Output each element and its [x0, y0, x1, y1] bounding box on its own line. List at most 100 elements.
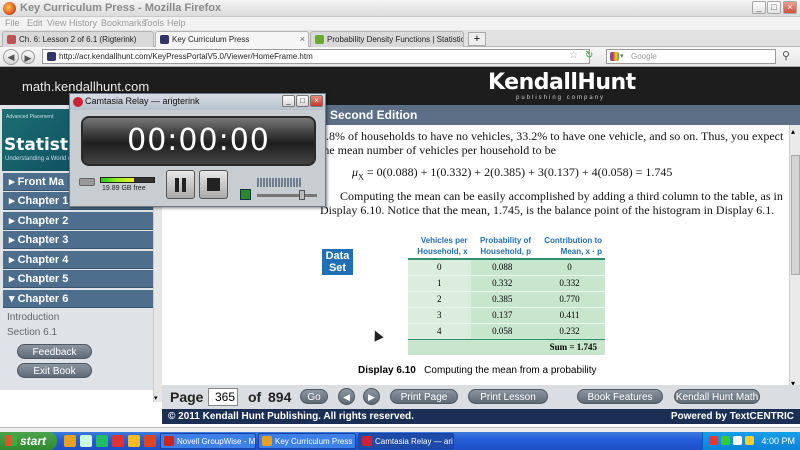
tab-probability[interactable]: Probability Density Functions | Statisti…	[310, 31, 464, 47]
menu-tools[interactable]: Tools	[143, 18, 164, 28]
camtasia-icon	[362, 436, 372, 446]
menu-edit[interactable]: Edit	[27, 18, 43, 28]
camtasia-minimize-button[interactable]: _	[282, 95, 295, 107]
table-row: 0 0.088 0	[408, 258, 605, 275]
sidebar-item-chapter-3[interactable]: ▸ Chapter 3	[3, 231, 153, 249]
sidebar-item-chapter-6[interactable]: ▾ Chapter 6	[3, 290, 153, 308]
scroll-down-icon[interactable]: ▾	[154, 394, 158, 402]
tab-label: Probability Density Functions | Statisti…	[327, 35, 463, 44]
sidebar-item-introduction[interactable]: Introduction	[7, 312, 59, 323]
scroll-up-icon[interactable]: ▴	[791, 127, 795, 136]
menu-file[interactable]: File	[5, 18, 20, 28]
quicklaunch-app-icon[interactable]	[112, 435, 124, 447]
task-label: Novell GroupWise - M...	[177, 437, 256, 446]
forward-button[interactable]: ▶	[21, 50, 35, 64]
go-button[interactable]: Go	[300, 389, 328, 404]
page-favicon	[315, 35, 324, 44]
minimize-button[interactable]: _	[752, 1, 766, 14]
chevron-down-icon[interactable]: ▾	[620, 50, 624, 63]
display-6-10-table: Vehicles per Household, x Probability of H…	[408, 234, 605, 355]
sidebar-scrollbar[interactable]: ▴ ▾	[153, 174, 162, 402]
quicklaunch-app-icon[interactable]	[144, 435, 156, 447]
cover-line: Advanced Placement	[6, 114, 54, 120]
table-row: 1 0.332 0.332	[408, 274, 605, 291]
print-page-button[interactable]: Print Page	[390, 389, 458, 404]
menu-history[interactable]: History	[69, 18, 97, 28]
camtasia-titlebar[interactable]: Camtasia Relay — arigterink _ □ ×	[70, 94, 325, 110]
firefox-icon	[262, 436, 272, 446]
search-icon[interactable]: ⚲	[782, 49, 790, 62]
page-number-input[interactable]: 365	[208, 388, 238, 406]
quicklaunch-app-icon[interactable]	[96, 435, 108, 447]
search-input[interactable]: ▾ Google	[606, 49, 776, 64]
page-favicon	[7, 35, 16, 44]
maximize-button[interactable]: □	[767, 1, 781, 14]
taskbar-item-camtasia[interactable]: Camtasia Relay — ari...	[358, 433, 454, 449]
tab-key-curriculum[interactable]: Key Curriculum Press ×	[155, 31, 309, 47]
start-label: start	[20, 434, 47, 448]
print-lesson-button[interactable]: Print Lesson	[468, 389, 548, 404]
volume-slider-handle[interactable]	[299, 190, 305, 200]
close-tab-icon[interactable]: ×	[300, 34, 305, 44]
previous-page-button[interactable]: ◀	[338, 388, 355, 405]
disk-meter	[100, 177, 155, 183]
clock[interactable]: 4:00 PM	[761, 436, 795, 446]
quicklaunch-firefox-icon[interactable]	[64, 435, 76, 447]
sidebar-item-chapter-4[interactable]: ▸ Chapter 4	[3, 251, 153, 269]
display-caption: Display 6.10 Computing the mean from a p…	[358, 365, 597, 376]
camtasia-title: Camtasia Relay — arigterink	[85, 96, 200, 106]
site-icon	[47, 52, 56, 61]
copyright-text: © 2011 Kendall Hunt Publishing. All righ…	[168, 411, 414, 422]
tray-icon[interactable]	[721, 436, 730, 445]
site-name: math.kendallhunt.com	[22, 79, 150, 94]
taskbar-item-firefox[interactable]: Key Curriculum Press ...	[258, 433, 356, 449]
quicklaunch-desktop-icon[interactable]	[80, 435, 92, 447]
volume-slider[interactable]	[257, 194, 317, 197]
tab-lesson[interactable]: Ch. 6: Lesson 2 of 6.1 (Rigterink)	[2, 31, 154, 47]
url-bar[interactable]: http://acr.kendallhunt.com/KeyPressPorta…	[42, 49, 590, 64]
volume-icon[interactable]	[745, 436, 754, 445]
disk-space-indicator: 19.89 GB free	[79, 174, 161, 194]
bookmark-star-icon[interactable]: ☆	[569, 50, 578, 61]
task-label: Key Curriculum Press ...	[275, 437, 356, 446]
menu-bookmarks[interactable]: Bookmarks	[101, 18, 146, 28]
network-icon[interactable]	[733, 436, 742, 445]
pause-button[interactable]	[166, 170, 195, 199]
table-sum-row: Sum = 1.745	[408, 338, 605, 355]
stop-button[interactable]	[199, 170, 228, 199]
menu-view[interactable]: View	[47, 18, 66, 28]
feedback-button[interactable]: Feedback	[17, 344, 92, 359]
next-page-button[interactable]: ▶	[363, 388, 380, 405]
sidebar-item-section-6-1[interactable]: Section 6.1	[7, 327, 57, 338]
total-pages: 894	[268, 389, 292, 405]
sidebar-item-chapter-5[interactable]: ▸ Chapter 5	[3, 270, 153, 288]
close-button[interactable]: ×	[783, 1, 797, 14]
new-tab-button[interactable]: +	[468, 32, 486, 46]
content-scrollbar[interactable]: ▴ ▾	[789, 125, 800, 390]
book-features-button[interactable]: Book Features	[577, 389, 663, 404]
window-title: Key Curriculum Press - Mozilla Firefox	[20, 2, 222, 14]
camtasia-relay-window[interactable]: Camtasia Relay — arigterink _ □ × 00:00:…	[69, 93, 326, 207]
microphone-icon[interactable]	[240, 189, 251, 200]
reload-icon[interactable]: ↻	[585, 50, 593, 61]
back-button[interactable]: ◀	[3, 49, 19, 65]
menu-help[interactable]: Help	[167, 18, 186, 28]
url-text: http://acr.kendallhunt.com/KeyPressPorta…	[59, 52, 313, 61]
data-set-button[interactable]: Data Set	[322, 249, 353, 275]
tab-label: Ch. 6: Lesson 2 of 6.1 (Rigterink)	[19, 35, 137, 44]
exit-book-button[interactable]: Exit Book	[17, 363, 92, 378]
taskbar-item-groupwise[interactable]: Novell GroupWise - M...	[160, 433, 256, 449]
start-button[interactable]: start	[0, 432, 57, 450]
groupwise-icon	[164, 436, 174, 446]
scrollbar-thumb[interactable]	[791, 155, 800, 275]
sidebar-item-chapter-2[interactable]: ▸ Chapter 2	[3, 212, 153, 230]
arrow-right-icon: ▶	[368, 392, 375, 402]
edition-title: Second Edition	[330, 108, 418, 122]
search-placeholder: Google	[631, 52, 657, 61]
camtasia-close-button[interactable]: ×	[310, 95, 323, 107]
tray-icon[interactable]	[709, 436, 718, 445]
camtasia-maximize-button[interactable]: □	[296, 95, 309, 107]
quicklaunch-folder-icon[interactable]	[128, 435, 140, 447]
kendall-hunt-math-button[interactable]: Kendall Hunt Math	[674, 389, 760, 404]
table-row: 2 0.385 0.770	[408, 290, 605, 307]
